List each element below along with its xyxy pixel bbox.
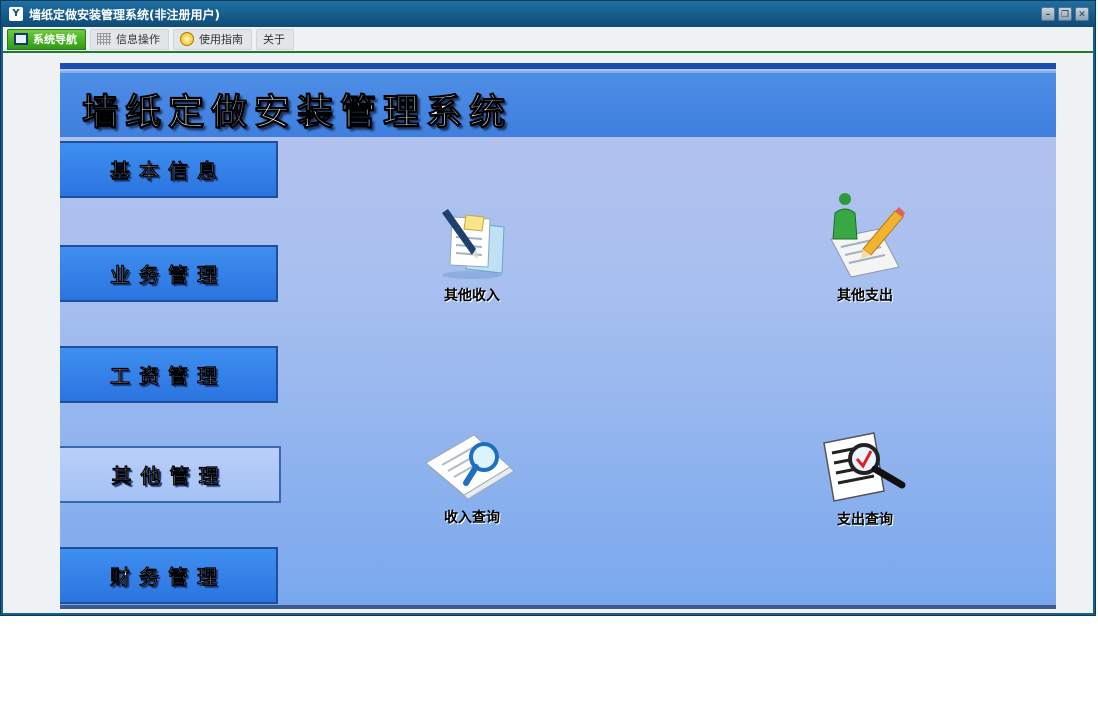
sidebar-item-business[interactable]: 业务管理 bbox=[60, 245, 278, 302]
function-label: 其他收入 bbox=[444, 288, 500, 304]
other-expense-button[interactable]: 其他支出 bbox=[805, 191, 925, 305]
monitor-icon bbox=[14, 33, 28, 45]
expense-query-button[interactable]: 支出查询 bbox=[805, 431, 925, 529]
sidebar-item-other[interactable]: 其他管理 bbox=[60, 446, 281, 503]
menu-bar: 系统导航 信息操作 使用指南 关于 bbox=[3, 27, 1093, 53]
function-label: 其他支出 bbox=[837, 288, 893, 304]
grid-icon bbox=[97, 33, 111, 45]
app-logo-icon: Y bbox=[9, 7, 23, 21]
tab-system-nav[interactable]: 系统导航 bbox=[7, 28, 86, 50]
close-button[interactable]: ✕ bbox=[1075, 7, 1089, 21]
tab-label: 关于 bbox=[263, 33, 285, 46]
tab-label: 使用指南 bbox=[199, 33, 243, 46]
other-income-button[interactable]: 其他收入 bbox=[412, 209, 532, 305]
function-label: 支出查询 bbox=[837, 512, 893, 528]
tab-label: 系统导航 bbox=[33, 33, 77, 46]
client-area: 墙纸定做安装管理系统 基本信息 业务管理 工资管理 其他管理 财务管理 其他收入… bbox=[3, 53, 1093, 613]
title-bar: Y 墙纸定做安装管理系统(非注册用户) – ❐ ✕ bbox=[1, 1, 1095, 27]
tab-user-guide[interactable]: 使用指南 bbox=[173, 28, 252, 50]
minimize-button[interactable]: – bbox=[1041, 7, 1055, 21]
document-search-icon bbox=[425, 434, 515, 500]
income-query-button[interactable]: 收入查询 bbox=[412, 431, 532, 527]
sidebar-item-basic-info[interactable]: 基本信息 bbox=[60, 141, 278, 198]
tab-info-ops[interactable]: 信息操作 bbox=[90, 28, 169, 50]
restore-button[interactable]: ❐ bbox=[1058, 7, 1072, 21]
document-pen-icon bbox=[442, 209, 505, 279]
tab-about[interactable]: 关于 bbox=[256, 28, 294, 50]
sidebar-item-finance[interactable]: 财务管理 bbox=[60, 547, 278, 604]
function-label: 收入查询 bbox=[444, 510, 500, 526]
window-controls: – ❐ ✕ bbox=[1041, 7, 1089, 21]
nav-panel: 墙纸定做安装管理系统 基本信息 业务管理 工资管理 其他管理 财务管理 其他收入… bbox=[60, 63, 1056, 609]
app-window: Y 墙纸定做安装管理系统(非注册用户) – ❐ ✕ 系统导航 信息操作 使用指南… bbox=[0, 0, 1096, 616]
user-pencil-icon bbox=[830, 193, 905, 278]
tab-label: 信息操作 bbox=[116, 33, 160, 46]
checklist-search-icon bbox=[823, 432, 906, 502]
system-title: 墙纸定做安装管理系统 bbox=[81, 91, 513, 134]
system-header: 墙纸定做安装管理系统 bbox=[60, 71, 1056, 137]
help-icon bbox=[180, 32, 194, 46]
window-title: 墙纸定做安装管理系统(非注册用户) bbox=[29, 7, 220, 22]
sidebar-item-salary[interactable]: 工资管理 bbox=[60, 346, 278, 403]
